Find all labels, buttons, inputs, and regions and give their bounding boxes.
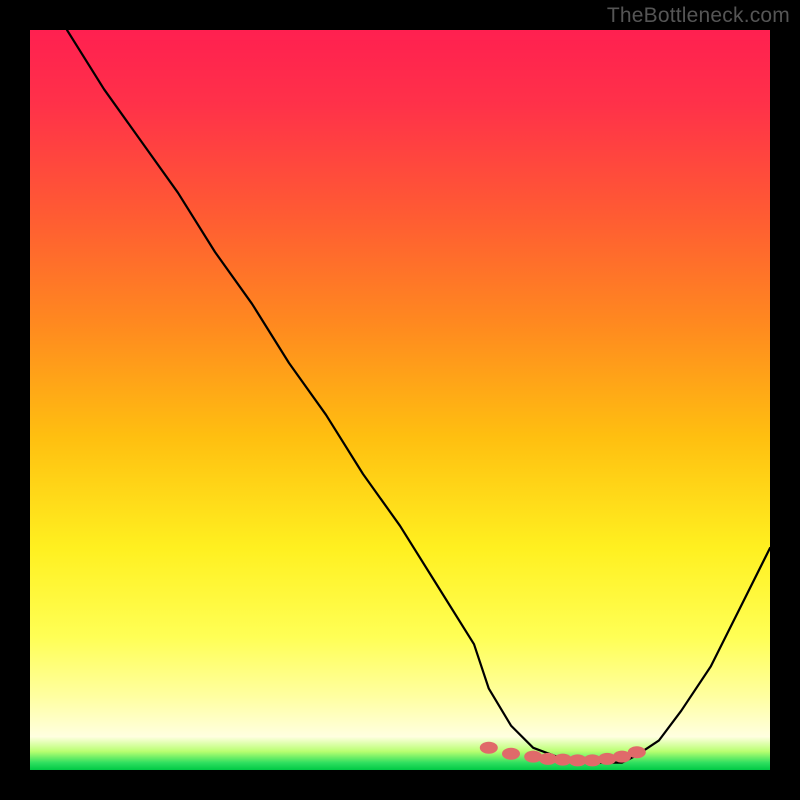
chart-overlay	[30, 30, 770, 770]
optimum-marker	[598, 753, 616, 765]
optimum-marker	[524, 751, 542, 763]
optimum-marker	[628, 746, 646, 758]
watermark-label: TheBottleneck.com	[607, 4, 790, 28]
optimum-marker	[480, 742, 498, 754]
optimum-marker	[502, 748, 520, 760]
chart-frame: TheBottleneck.com	[0, 0, 800, 800]
plot-area	[30, 30, 770, 770]
bottleneck-curve	[67, 30, 770, 763]
